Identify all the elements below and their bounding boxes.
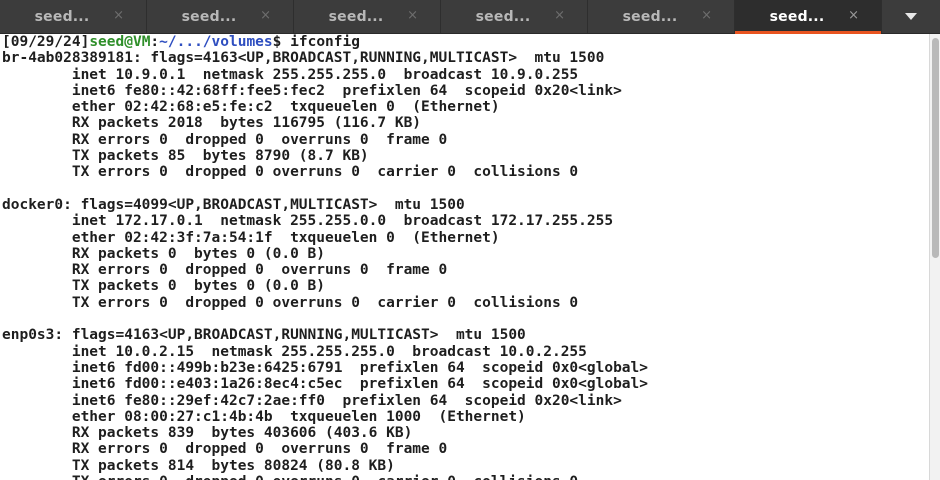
terminal-window: seed... × seed... × seed... × seed... × … — [0, 0, 940, 480]
command-output: br-4ab028389181: flags=4163<UP,BROADCAST… — [2, 50, 930, 480]
prompt-path: ~/.../volumes — [159, 34, 273, 50]
close-icon[interactable]: × — [554, 8, 565, 23]
terminal-output[interactable]: [09/29/24]seed@VM:~/.../volumes$ ifconfi… — [0, 34, 930, 480]
output-line: inet6 fe80::42:68ff:fee5:fec2 prefixlen … — [2, 82, 622, 99]
output-line: ether 02:42:68:e5:fe:c2 txqueuelen 0 (Et… — [2, 99, 500, 116]
prompt-separator: : — [150, 34, 160, 50]
output-line: docker0: flags=4099<UP,BROADCAST,MULTICA… — [2, 196, 465, 213]
output-line: RX errors 0 dropped 0 overruns 0 frame 0 — [2, 131, 448, 148]
tab-5[interactable]: seed... × — [588, 0, 735, 33]
output-line: ether 08:00:27:c1:4b:4b txqueuelen 1000 … — [2, 408, 526, 425]
output-line: TX packets 0 bytes 0 (0.0 B) — [2, 278, 326, 295]
output-line: RX packets 2018 bytes 116795 (116.7 KB) — [2, 115, 422, 132]
output-line: RX errors 0 dropped 0 overruns 0 frame 0 — [2, 441, 448, 458]
close-icon[interactable]: × — [260, 8, 271, 23]
output-line: RX errors 0 dropped 0 overruns 0 frame 0 — [2, 262, 448, 279]
scrollbar-thumb[interactable] — [932, 38, 939, 258]
output-line: inet6 fd00::499b:b23e:6425:6791 prefixle… — [2, 359, 649, 376]
output-line: TX errors 0 dropped 0 overruns 0 carrier… — [2, 294, 579, 311]
prompt-symbol: $ — [272, 34, 291, 50]
tab-3[interactable]: seed... × — [294, 0, 441, 33]
close-icon[interactable]: × — [848, 8, 859, 23]
output-line: inet 10.0.2.15 netmask 255.255.255.0 bro… — [2, 343, 587, 360]
prompt-user: seed@VM — [89, 34, 151, 50]
output-line: inet6 fe80::29ef:42c7:2ae:ff0 prefixlen … — [2, 392, 622, 409]
output-line: RX packets 0 bytes 0 (0.0 B) — [2, 245, 326, 262]
tab-label: seed... — [34, 8, 90, 25]
prompt-date: [09/29/24] — [2, 34, 90, 50]
close-icon[interactable]: × — [701, 8, 712, 23]
output-line: TX errors 0 dropped 0 overruns 0 carrier… — [2, 164, 579, 181]
tab-label: seed... — [622, 8, 678, 25]
prompt-command: ifconfig — [290, 34, 360, 50]
output-line: enp0s3: flags=4163<UP,BROADCAST,RUNNING,… — [2, 327, 526, 344]
tab-label: seed... — [769, 8, 825, 25]
output-line: ether 02:42:3f:7a:54:1f txqueuelen 0 (Et… — [2, 229, 500, 246]
tab-bar: seed... × seed... × seed... × seed... × … — [0, 0, 940, 34]
tab-label: seed... — [181, 8, 237, 25]
scrollbar[interactable] — [929, 34, 940, 480]
close-icon[interactable]: × — [407, 8, 418, 23]
tab-label: seed... — [475, 8, 531, 25]
tab-menu-button[interactable] — [882, 0, 940, 33]
output-line: RX packets 839 bytes 403606 (403.6 KB) — [2, 425, 413, 442]
tab-label: seed... — [328, 8, 384, 25]
output-line: inet6 fd00::e403:1a26:8ec4:c5ec prefixle… — [2, 376, 649, 393]
close-icon[interactable]: × — [113, 8, 124, 23]
chevron-down-icon — [905, 13, 917, 20]
tab-1[interactable]: seed... × — [0, 0, 147, 33]
tab-2[interactable]: seed... × — [147, 0, 294, 33]
output-line: br-4ab028389181: flags=4163<UP,BROADCAST… — [2, 50, 605, 67]
output-line: inet 10.9.0.1 netmask 255.255.255.0 broa… — [2, 66, 579, 83]
output-line: inet 172.17.0.1 netmask 255.255.0.0 broa… — [2, 213, 614, 230]
tab-4[interactable]: seed... × — [441, 0, 588, 33]
output-line: TX packets 814 bytes 80824 (80.8 KB) — [2, 457, 395, 474]
prompt-line: [09/29/24]seed@VM:~/.../volumes$ ifconfi… — [2, 34, 930, 50]
output-line: TX packets 85 bytes 8790 (8.7 KB) — [2, 148, 369, 165]
tab-6-active[interactable]: seed... × — [735, 0, 882, 34]
output-line: TX errors 0 dropped 0 overruns 0 carrier… — [2, 474, 930, 480]
